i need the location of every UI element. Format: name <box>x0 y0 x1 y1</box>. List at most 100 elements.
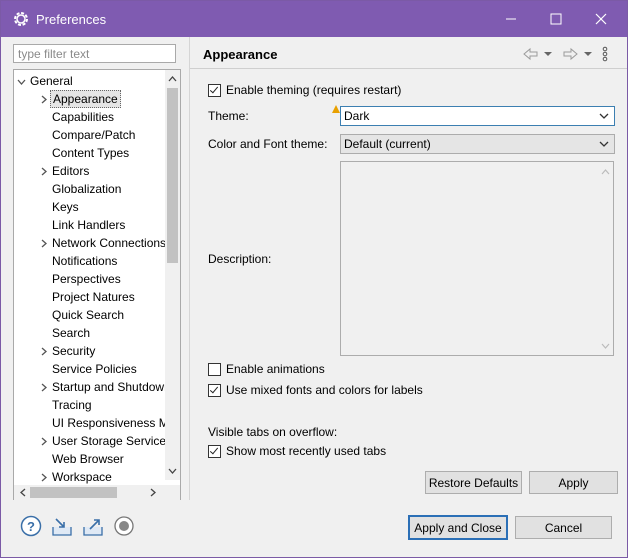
tree-item[interactable]: User Storage Service <box>14 432 166 450</box>
tree-item-label: UI Responsiveness Monitoring <box>52 416 180 430</box>
enable-theming-checkbox[interactable]: Enable theming (requires restart) <box>208 81 401 99</box>
window-title: Preferences <box>36 12 107 27</box>
enable-animations-checkbox[interactable]: Enable animations <box>208 360 325 378</box>
close-button[interactable] <box>586 7 616 31</box>
tree-item[interactable]: Workspace <box>14 468 164 486</box>
gear-icon <box>14 12 28 26</box>
back-menu-button[interactable] <box>544 46 552 62</box>
tree-item[interactable]: Perspectives <box>14 270 164 288</box>
tree-item[interactable]: UI Responsiveness Monitoring <box>14 414 180 432</box>
maximize-icon <box>550 13 562 25</box>
enable-theming-label: Enable theming (requires restart) <box>226 83 402 97</box>
tree-item[interactable]: Link Handlers <box>14 216 164 234</box>
tree-item[interactable]: Capabilities <box>14 108 164 126</box>
tree-item-label: Workspace <box>52 470 112 484</box>
tree-item[interactable]: Security <box>14 342 164 360</box>
enable-animations-check-box[interactable] <box>208 362 221 376</box>
theme-label: Theme: <box>208 109 249 123</box>
chevron-right-icon[interactable] <box>38 378 48 396</box>
tree-item[interactable]: Project Natures <box>14 288 164 306</box>
apply-and-close-button[interactable]: Apply and Close <box>408 515 508 540</box>
scroll-left-icon[interactable] <box>18 488 27 497</box>
preference-tree: General Appearance Capabilities Compare/Pat… <box>13 69 181 501</box>
mixed-fonts-label: Use mixed fonts and colors for labels <box>226 383 423 397</box>
tree-item[interactable]: Appearance <box>14 90 164 108</box>
tree-item-label: Perspectives <box>52 272 121 286</box>
warning-icon <box>332 105 340 113</box>
mixed-fonts-check-box[interactable] <box>208 383 221 397</box>
tree-horizontal-scrollbar[interactable] <box>14 485 165 500</box>
forward-menu-button[interactable] <box>584 46 592 62</box>
show-mru-tabs-checkbox[interactable]: Show most recently used tabs <box>208 442 386 460</box>
chevron-down-icon[interactable] <box>16 72 26 90</box>
tree-item[interactable]: Content Types <box>14 144 164 162</box>
scroll-up-icon[interactable] <box>168 74 177 83</box>
chevron-right-icon[interactable] <box>38 90 48 108</box>
restore-defaults-button[interactable]: Restore Defaults <box>425 471 522 494</box>
tree-item[interactable]: General <box>14 72 164 90</box>
tree-item-label: Web Browser <box>52 452 124 466</box>
maximize-button[interactable] <box>541 7 571 31</box>
cancel-button[interactable]: Cancel <box>515 516 612 539</box>
tree-item[interactable]: Globalization <box>14 180 164 198</box>
tree-item-label: Editors <box>52 164 90 178</box>
tree-item[interactable]: Startup and Shutdown <box>14 378 171 396</box>
tree-item[interactable]: Editors <box>14 162 164 180</box>
tree-item-label: Network Connections <box>52 236 167 250</box>
color-font-theme-dropdown[interactable]: Default (current) <box>340 134 615 154</box>
scroll-up-icon <box>601 169 610 175</box>
page-title: Appearance <box>203 47 278 62</box>
tree-item-label: Startup and Shutdown <box>52 380 171 394</box>
filter-input[interactable] <box>13 44 176 63</box>
tree-vertical-scrollbar[interactable] <box>165 70 180 480</box>
preferences-window: Preferences General Appearance Capabilitie… <box>0 0 628 558</box>
show-mru-tabs-check-box[interactable] <box>208 444 221 458</box>
tree-item[interactable]: Compare/Patch <box>14 126 164 144</box>
tree-item[interactable]: Service Policies <box>14 360 164 378</box>
title-bar[interactable]: Preferences <box>1 1 627 37</box>
scroll-corner <box>165 485 180 500</box>
color-font-theme-value: Default (current) <box>344 137 431 151</box>
chevron-down-icon <box>599 135 609 153</box>
tree-item-label: Quick Search <box>52 308 125 322</box>
minimize-button[interactable] <box>496 7 526 31</box>
dialog-button-bar: ? Apply and Close Cancel <box>1 500 627 557</box>
help-icon[interactable]: ? <box>20 515 42 537</box>
back-button[interactable] <box>523 46 539 62</box>
apply-button[interactable]: Apply <box>529 471 618 494</box>
chevron-right-icon[interactable] <box>38 468 48 486</box>
chevron-right-icon[interactable] <box>38 234 48 252</box>
tree-item[interactable]: Network Connections <box>14 234 166 252</box>
scroll-down-icon[interactable] <box>168 467 177 476</box>
tree-item[interactable]: Tracing <box>14 396 164 414</box>
header-separator <box>190 68 627 69</box>
tree-item[interactable]: Search <box>14 324 164 342</box>
tree-item[interactable]: Notifications <box>14 252 164 270</box>
view-menu-button[interactable] <box>602 46 608 62</box>
chevron-right-icon[interactable] <box>38 432 48 450</box>
chevron-right-icon[interactable] <box>38 342 48 360</box>
tree-item-label: Appearance <box>50 90 121 108</box>
description-text-area[interactable] <box>340 161 614 356</box>
export-icon[interactable] <box>82 515 104 537</box>
enable-theming-check-box[interactable] <box>208 83 221 97</box>
svg-text:?: ? <box>27 519 35 534</box>
record-icon[interactable] <box>113 515 135 537</box>
tree-item-label: Security <box>52 344 96 358</box>
tree-item-label: Project Natures <box>52 290 135 304</box>
chevron-right-icon[interactable] <box>38 162 48 180</box>
forward-button[interactable] <box>562 46 578 62</box>
tree-vertical-scroll-thumb[interactable] <box>167 88 178 263</box>
tree-item-label: Content Types <box>52 146 130 160</box>
import-icon[interactable] <box>51 515 73 537</box>
tree-item[interactable]: Keys <box>14 198 164 216</box>
chevron-down-icon <box>599 107 609 125</box>
tree-item[interactable]: Web Browser <box>14 450 164 468</box>
tree-item-label: Link Handlers <box>52 218 126 232</box>
chevron-down-icon <box>544 52 552 56</box>
tree-horizontal-scroll-thumb[interactable] <box>30 487 117 498</box>
theme-dropdown[interactable]: Dark <box>340 106 615 126</box>
mixed-fonts-checkbox[interactable]: Use mixed fonts and colors for labels <box>208 381 423 399</box>
scroll-right-icon[interactable] <box>149 488 158 497</box>
tree-item[interactable]: Quick Search <box>14 306 164 324</box>
